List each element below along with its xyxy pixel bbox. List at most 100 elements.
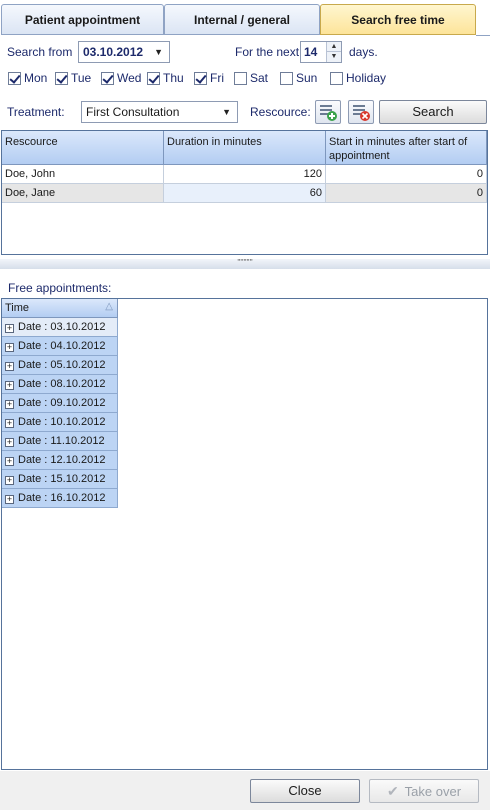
treatment-label: Treatment: [7, 105, 65, 119]
weekday-label: Tue [71, 71, 92, 85]
column-header-duration[interactable]: Duration in minutes [164, 131, 326, 165]
treatment-select[interactable]: First Consultation ▼ [81, 101, 238, 123]
search-button[interactable]: Search [379, 100, 487, 124]
stepper-buttons: ▲ ▼ [326, 42, 341, 62]
expand-icon[interactable]: + [5, 343, 14, 352]
expand-icon[interactable]: + [5, 495, 14, 504]
table-row[interactable]: Doe, John 120 0 [2, 165, 487, 184]
expand-icon[interactable]: + [5, 400, 14, 409]
column-header-start-offset[interactable]: Start in minutes after start of appointm… [326, 131, 487, 165]
tab-bar: Patient appointment Internal / general S… [0, 4, 490, 36]
tab-patient-appointment[interactable]: Patient appointment [1, 4, 164, 35]
expand-icon[interactable]: + [5, 438, 14, 447]
list-item[interactable]: + Date : 16.10.2012 [2, 489, 118, 508]
add-list-icon [320, 105, 337, 121]
date-group-label: Date : 03.10.2012 [18, 321, 106, 333]
weekday-label: Thu [163, 71, 184, 85]
weekday-mon[interactable]: Mon [8, 71, 55, 85]
weekday-tue[interactable]: Tue [55, 71, 101, 85]
date-group-label: Date : 08.10.2012 [18, 378, 106, 390]
close-button[interactable]: Close [250, 779, 360, 803]
tab-search-free-time[interactable]: Search free time [320, 4, 476, 35]
expand-icon[interactable]: + [5, 419, 14, 428]
table-cell[interactable]: Doe, John [2, 165, 164, 184]
resource-grid: Rescource Duration in minutes Start in m… [1, 130, 488, 255]
list-item[interactable]: + Date : 05.10.2012 [2, 356, 118, 375]
date-group-label: Date : 09.10.2012 [18, 397, 106, 409]
checkbox-mon[interactable] [8, 71, 21, 85]
expand-icon[interactable]: + [5, 381, 14, 390]
stepper-up-icon[interactable]: ▲ [327, 42, 341, 52]
weekday-label: Sat [250, 71, 269, 85]
resource-label: Rescource: [250, 105, 311, 119]
sort-ascending-icon: △ [105, 301, 113, 312]
remove-resource-button[interactable] [348, 100, 374, 124]
take-over-button[interactable]: ✔ Take over [369, 779, 479, 803]
date-group-label: Date : 16.10.2012 [18, 492, 106, 504]
checkbox-tue[interactable] [55, 71, 68, 85]
table-cell[interactable]: 0 [326, 165, 487, 184]
stepper-down-icon[interactable]: ▼ [327, 52, 341, 62]
date-group-label: Date : 05.10.2012 [18, 359, 106, 371]
days-count-value: 14 [304, 45, 318, 59]
weekday-wed[interactable]: Wed [101, 71, 147, 85]
table-cell[interactable]: 0 [326, 184, 487, 203]
search-from-value: 03.10.2012 [83, 45, 144, 59]
list-item[interactable]: + Date : 10.10.2012 [2, 413, 118, 432]
weekday-thu[interactable]: Thu [147, 71, 194, 85]
days-unit-label: days. [349, 45, 378, 59]
weekday-sat[interactable]: Sat [234, 71, 280, 85]
weekday-sun[interactable]: Sun [280, 71, 330, 85]
checkbox-sun[interactable] [280, 71, 293, 85]
column-header-resource[interactable]: Rescource [2, 131, 164, 165]
weekday-checkboxes: Mon Tue Wed Thu Fri Sat Sun Holiday [8, 71, 390, 85]
checkbox-thu[interactable] [147, 71, 160, 85]
table-cell[interactable]: Doe, Jane [2, 184, 164, 203]
free-appointments-title: Free appointments: [8, 281, 112, 295]
treatment-value: First Consultation [86, 105, 180, 119]
days-count-stepper[interactable]: 14 ▲ ▼ [300, 41, 342, 63]
chevron-down-icon[interactable]: ▼ [154, 42, 163, 62]
weekday-holiday[interactable]: Holiday [330, 71, 390, 85]
date-group-label: Date : 11.10.2012 [18, 435, 105, 447]
column-header-time[interactable]: Time △ [2, 299, 118, 318]
checkbox-holiday[interactable] [330, 71, 343, 85]
expand-icon[interactable]: + [5, 457, 14, 466]
checkbox-fri[interactable] [194, 71, 207, 85]
tab-bar-filler [476, 4, 490, 36]
weekday-label: Wed [117, 71, 142, 85]
expand-icon[interactable]: + [5, 476, 14, 485]
date-group-label: Date : 10.10.2012 [18, 416, 106, 428]
expand-icon[interactable]: + [5, 362, 14, 371]
dialog-footer: Close ✔ Take over [0, 771, 490, 810]
list-item[interactable]: + Date : 04.10.2012 [2, 337, 118, 356]
table-cell[interactable]: 60 [164, 184, 326, 203]
list-item[interactable]: + Date : 11.10.2012 [2, 432, 118, 451]
checkbox-sat[interactable] [234, 71, 247, 85]
list-item[interactable]: + Date : 12.10.2012 [2, 451, 118, 470]
list-item[interactable]: + Date : 08.10.2012 [2, 375, 118, 394]
splitter-grip: '''''''''' [237, 258, 253, 267]
tab-internal-general[interactable]: Internal / general [164, 4, 320, 35]
chevron-down-icon[interactable]: ▼ [222, 102, 231, 122]
checkmark-icon: ✔ [386, 783, 399, 799]
list-item[interactable]: + Date : 15.10.2012 [2, 470, 118, 489]
weekday-label: Fri [210, 71, 224, 85]
remove-list-icon [353, 105, 370, 121]
table-row[interactable]: Doe, Jane 60 0 [2, 184, 487, 203]
expand-icon[interactable]: + [5, 324, 14, 333]
list-item[interactable]: + Date : 03.10.2012 [2, 318, 118, 337]
panel-splitter[interactable]: '''''''''' [0, 259, 490, 269]
free-appointments-grid: Time △ + Date : 03.10.2012 + Date : 04.10.… [1, 298, 488, 770]
search-from-date-picker[interactable]: 03.10.2012 ▼ [78, 41, 170, 63]
column-header-time-label: Time [5, 302, 30, 314]
resource-grid-header: Rescource Duration in minutes Start in m… [2, 131, 487, 165]
weekday-fri[interactable]: Fri [194, 71, 234, 85]
date-group-label: Date : 12.10.2012 [18, 454, 106, 466]
weekday-label: Sun [296, 71, 318, 85]
list-item[interactable]: + Date : 09.10.2012 [2, 394, 118, 413]
date-group-label: Date : 15.10.2012 [18, 473, 106, 485]
checkbox-wed[interactable] [101, 71, 114, 85]
add-resource-button[interactable] [315, 100, 341, 124]
table-cell[interactable]: 120 [164, 165, 326, 184]
